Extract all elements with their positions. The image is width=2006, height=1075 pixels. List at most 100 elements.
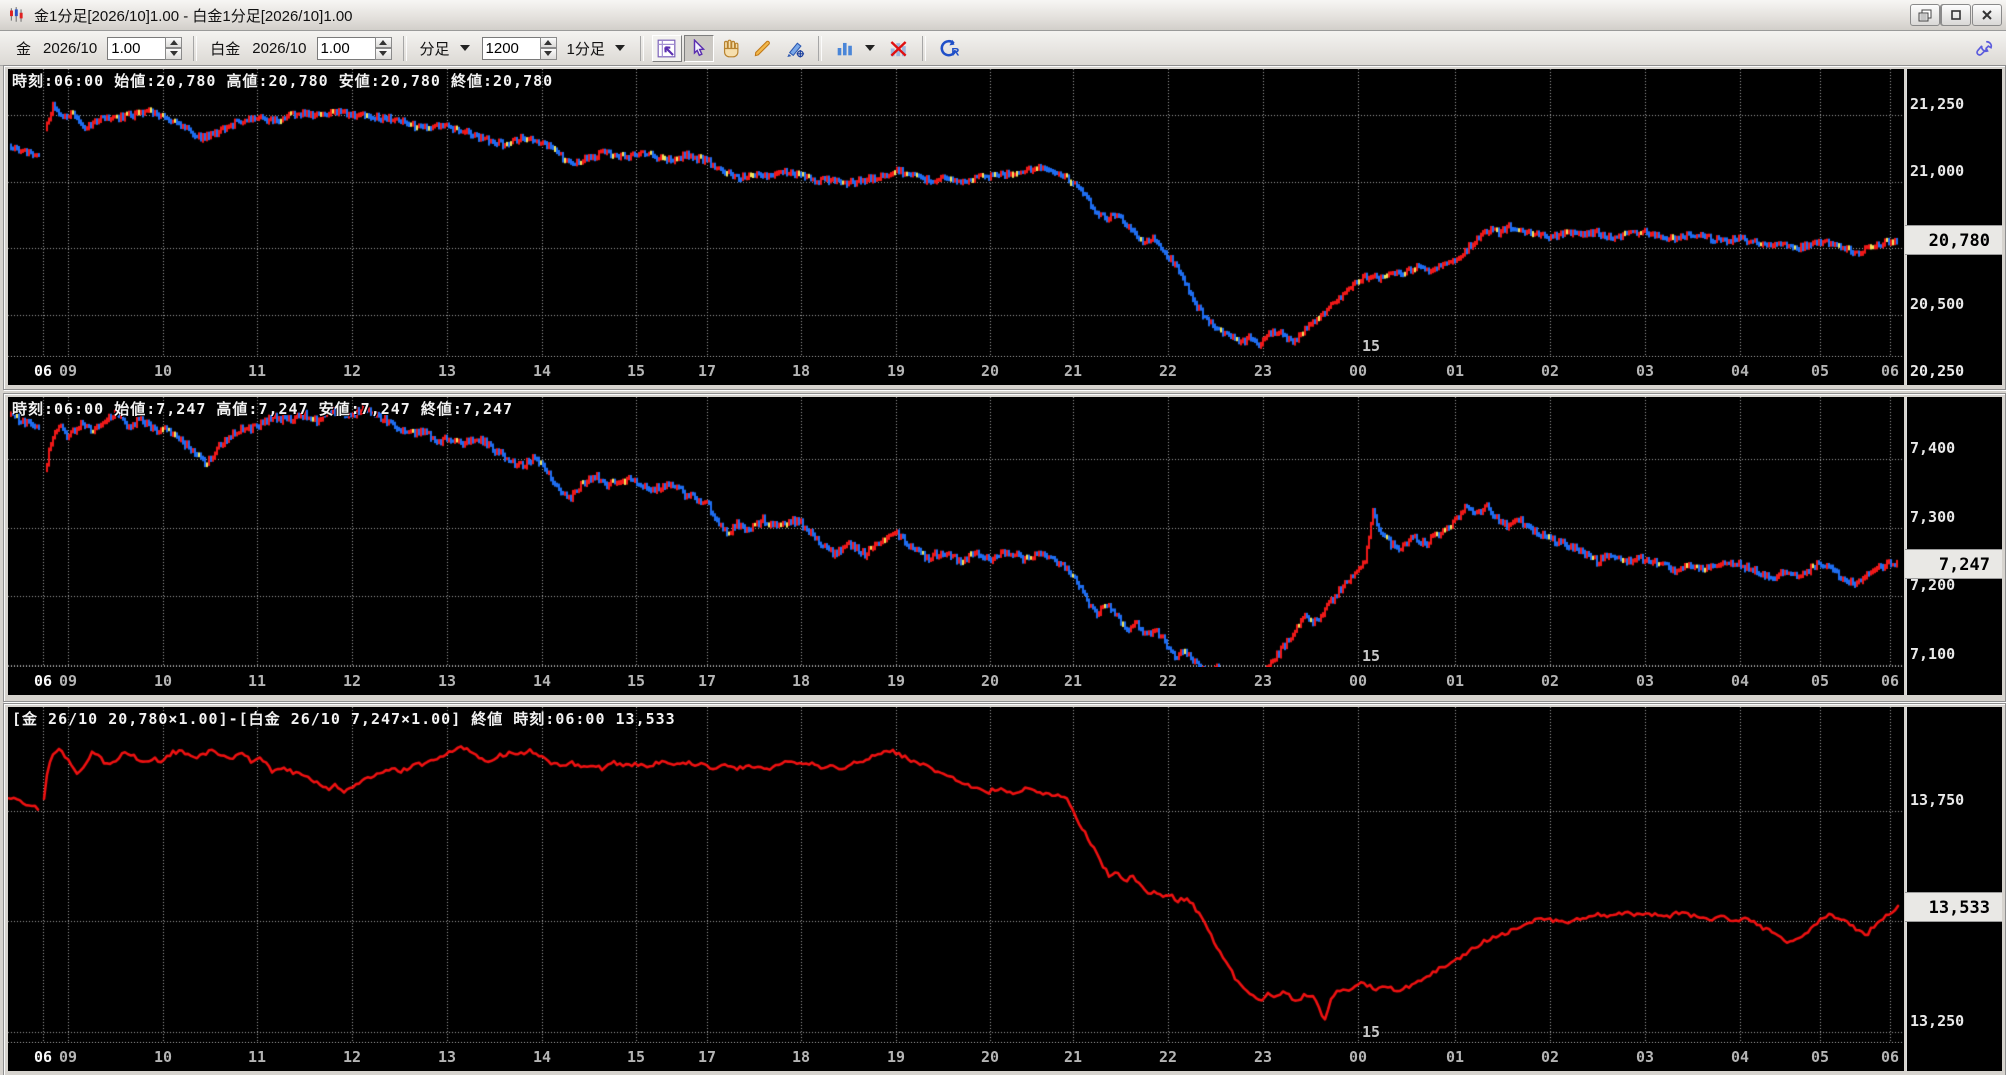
time-tick-label: 18 <box>791 362 811 380</box>
time-tick-label: 22 <box>1158 1048 1178 1066</box>
time-tick-label: 12 <box>342 672 362 690</box>
platinum-multiplier-down-button[interactable] <box>374 48 392 60</box>
platinum-1min-chart-canvas[interactable] <box>8 397 1904 667</box>
y-axis-label: 20,500 <box>1910 295 1965 314</box>
bar-count-input[interactable] <box>481 36 540 60</box>
time-tick-label: 11 <box>247 1048 267 1066</box>
time-tick-label: 11 <box>247 672 267 690</box>
gold-contract-month: 2026/10 <box>43 39 98 57</box>
gold-multiplier-input[interactable] <box>107 36 166 60</box>
platinum-label: 白金 <box>210 40 241 58</box>
bar-count-up-button[interactable] <box>539 36 557 48</box>
gold-platinum-spread-y-axis: 13,750 13,250 13,533 <box>1905 707 2002 1071</box>
refresh-icon: R <box>940 39 960 58</box>
time-tick-label: 00 <box>1348 362 1368 380</box>
time-tick-label: 12 <box>342 362 362 380</box>
time-tick-label: 09 <box>58 1048 78 1066</box>
bar-count-down-button[interactable] <box>539 48 557 60</box>
y-axis-label: 21,000 <box>1910 161 1965 180</box>
gold-1min-chart-canvas[interactable] <box>8 69 1904 357</box>
time-tick-label: 21 <box>1063 1048 1083 1066</box>
chevron-down-icon[interactable] <box>614 45 625 51</box>
time-tick-label: 13 <box>437 672 457 690</box>
time-tick-label: 05 <box>1810 362 1830 380</box>
app-candlestick-icon <box>8 6 26 24</box>
y-axis-label: 7,400 <box>1910 438 1956 457</box>
svg-text:R: R <box>952 46 960 58</box>
gold-platinum-spread-time-axis: 06 09 10 11 12 13 14 15 17 18 19 20 21 22 23 00 01 02 03 04… <box>8 1045 1904 1071</box>
toolbar-separator <box>193 35 198 61</box>
pencil-tool-button[interactable] <box>748 35 778 62</box>
current-price-label: 7,247 <box>1905 548 2002 579</box>
hand-pan-tool-button[interactable] <box>716 35 746 62</box>
highlighter-tool-button[interactable] <box>780 35 810 62</box>
time-tick-label: 20 <box>980 672 1000 690</box>
time-tick-label: 06 <box>1880 362 1900 380</box>
highlighter-icon <box>787 41 804 58</box>
window-copy-button[interactable] <box>1910 4 1940 26</box>
y-axis-label: 20,250 <box>1910 362 1965 381</box>
clear-chart-button[interactable] <box>884 35 914 62</box>
chart-pointer-tool-button[interactable] <box>651 34 682 62</box>
time-tick-label: 01 <box>1445 672 1465 690</box>
time-tick-label: 04 <box>1730 672 1750 690</box>
time-tick-label: 01 <box>1445 362 1465 380</box>
chart-application-window: 金1分足[2026/10]1.00 - 白金1分足[2026/10]1.00 金… <box>0 0 2006 1075</box>
time-tick-label: 22 <box>1158 672 1178 690</box>
time-tick-label: 21 <box>1063 362 1083 380</box>
time-tick-label: 19 <box>886 672 906 690</box>
chevron-down-icon[interactable] <box>459 45 470 51</box>
gold-multiplier-up-button[interactable] <box>165 36 183 48</box>
settings-wrench-button[interactable] <box>1971 36 1997 62</box>
time-tick-label: 17 <box>697 1048 717 1066</box>
y-axis-label: 7,100 <box>1910 644 1956 663</box>
time-tick-label: 00 <box>1348 672 1368 690</box>
gold-platinum-spread-chart-canvas[interactable] <box>8 707 1904 1043</box>
time-tick-label: 15 <box>626 362 646 380</box>
date-marker: 15 <box>1362 1023 1381 1041</box>
chart-pointer-icon <box>657 39 676 57</box>
platinum-multiplier-input[interactable] <box>316 36 375 60</box>
maximize-button[interactable] <box>1941 4 1971 26</box>
platinum-1min-info-line: 時刻:06:00 始値:7,247 高値:7,247 安値:7,247 終値:7… <box>12 400 514 418</box>
time-tick-label: 23 <box>1253 1048 1273 1066</box>
time-tick-label: 14 <box>532 362 552 380</box>
toolbar-separator <box>402 35 407 61</box>
time-tick-label: 13 <box>437 362 457 380</box>
time-tick-label: 04 <box>1730 1048 1750 1066</box>
time-tick-label: 10 <box>153 362 173 380</box>
settings-wrench-icon <box>1976 40 1993 56</box>
chart-plot-background <box>8 707 1904 1071</box>
time-tick-label: 02 <box>1540 672 1560 690</box>
chevron-down-icon[interactable] <box>864 45 875 51</box>
time-tick-label: 10 <box>153 1048 173 1066</box>
gold-platinum-spread-info-line: [金 26/10 20,780×1.00]-[白金 26/10 7,247×1.… <box>12 710 676 728</box>
select-arrow-tool-button[interactable] <box>683 34 714 62</box>
time-tick-label: 12 <box>342 1048 362 1066</box>
time-tick-label: 03 <box>1635 672 1655 690</box>
time-tick-label: 06 <box>1880 672 1900 690</box>
y-axis-label: 21,250 <box>1910 94 1965 113</box>
chart-plot-background <box>8 397 1904 695</box>
platinum-multiplier-up-button[interactable] <box>374 36 392 48</box>
time-tick-label: 06 <box>1880 1048 1900 1066</box>
time-tick-label: 02 <box>1540 1048 1560 1066</box>
gold-1min-info-line: 時刻:06:00 始値:20,780 高値:20,780 安値:20,780 終… <box>12 72 554 90</box>
bar-chart-icon <box>837 42 852 56</box>
date-marker: 15 <box>1362 337 1381 355</box>
gold-multiplier-down-button[interactable] <box>165 48 183 60</box>
chart-type-button[interactable] <box>830 35 860 62</box>
y-axis-label: 7,300 <box>1910 507 1956 526</box>
time-tick-label: 09 <box>58 362 78 380</box>
bar-type-dropdown[interactable]: 分足 <box>420 38 450 59</box>
title-bar[interactable]: 金1分足[2026/10]1.00 - 白金1分足[2026/10]1.00 <box>0 0 2006 31</box>
close-button[interactable] <box>1972 4 2002 26</box>
time-tick-label: 19 <box>886 1048 906 1066</box>
gold-label: 金 <box>16 40 32 58</box>
time-tick-label: 21 <box>1063 672 1083 690</box>
bar-period-dropdown[interactable]: 1分足 <box>567 38 605 59</box>
refresh-button[interactable]: R <box>934 35 964 62</box>
time-tick-label: 05 <box>1810 672 1830 690</box>
time-tick-label: 23 <box>1253 362 1273 380</box>
toolbar-separator <box>639 35 644 61</box>
